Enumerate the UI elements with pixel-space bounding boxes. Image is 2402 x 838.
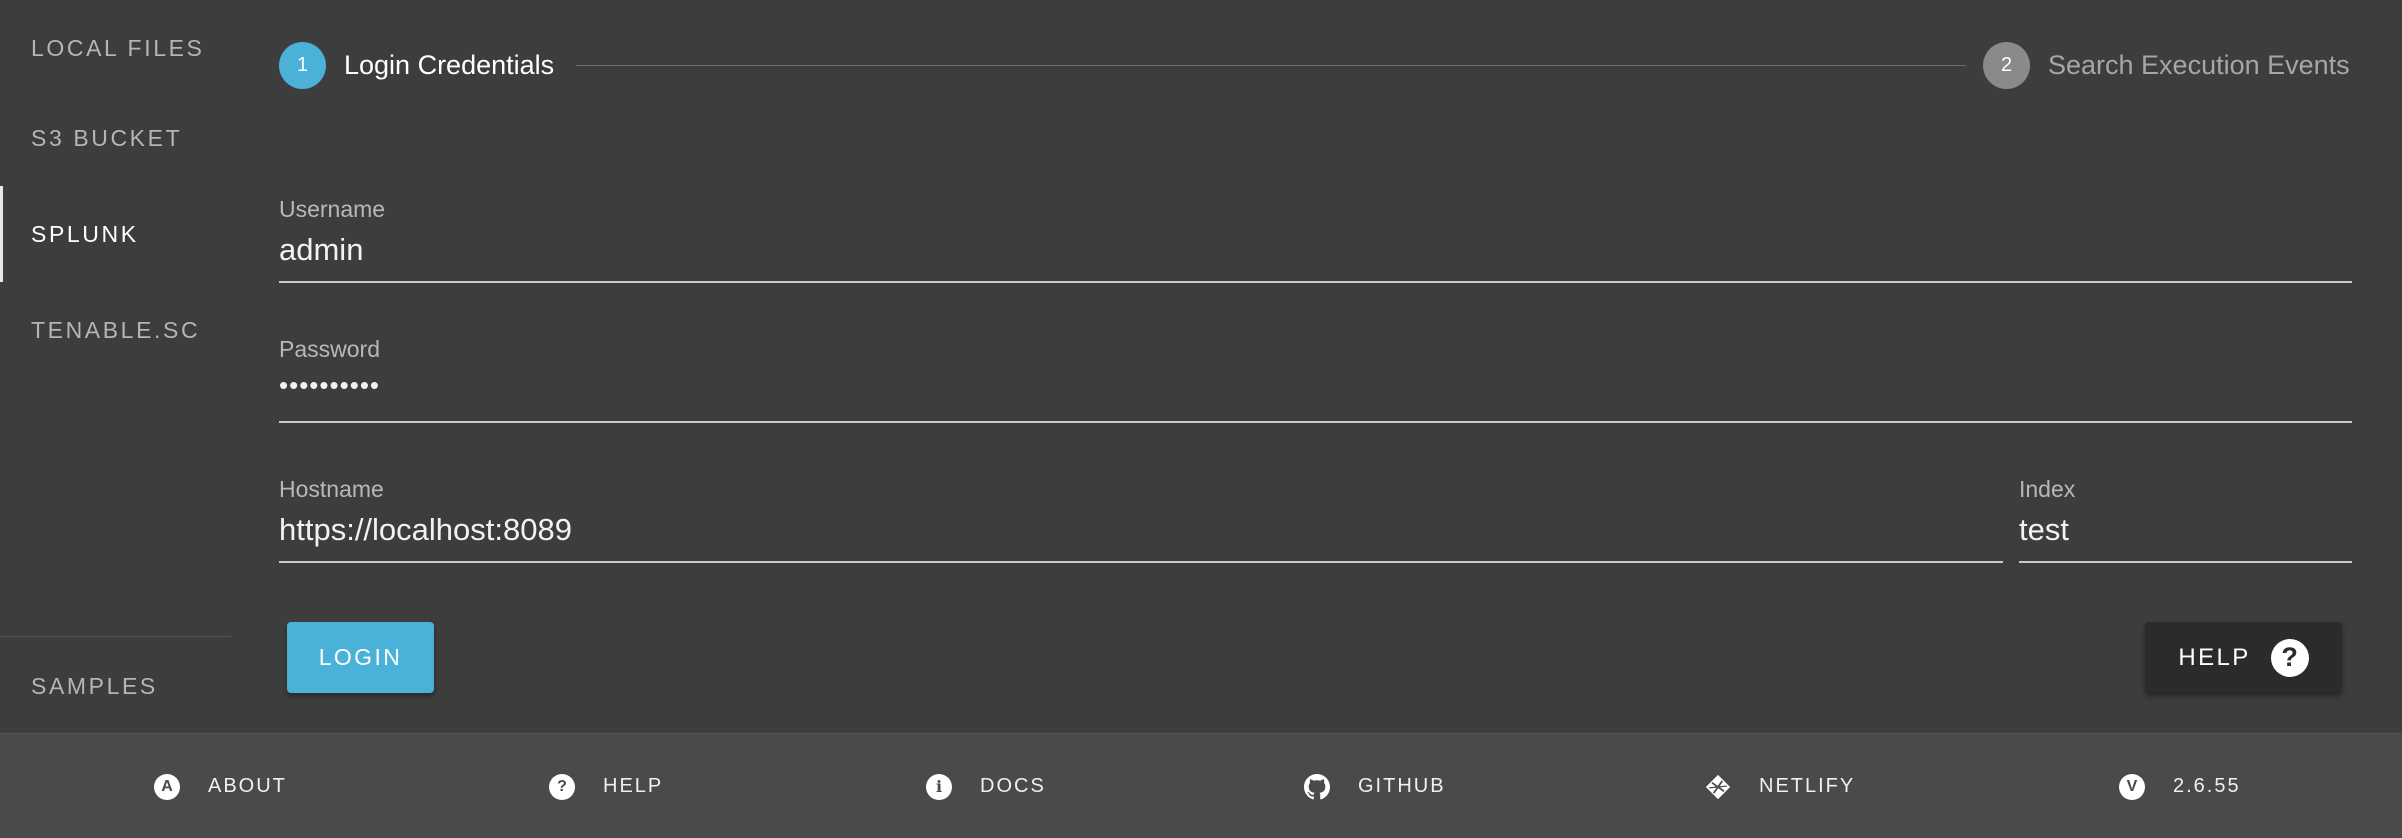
version-label: 2.6.55 bbox=[2173, 775, 2241, 797]
login-button-label: LOGIN bbox=[318, 644, 403, 670]
step-label: Login Credentials bbox=[344, 50, 555, 80]
sidebar-item-s3-bucket[interactable]: S3 BUCKET bbox=[0, 90, 231, 186]
sidebar-item-label: SPLUNK bbox=[31, 220, 139, 247]
about-icon: A bbox=[154, 773, 180, 800]
help-icon: ? bbox=[549, 773, 575, 800]
footer-link-github[interactable]: GITHUB bbox=[1304, 734, 1446, 838]
sidebar-item-samples[interactable]: SAMPLES bbox=[0, 638, 231, 734]
footer-version[interactable]: V 2.6.55 bbox=[2119, 734, 2241, 838]
help-icon: ? bbox=[2270, 638, 2309, 677]
password-label: Password bbox=[279, 336, 380, 362]
help-button[interactable]: HELP ? bbox=[2145, 622, 2342, 693]
footer-link-label: HELP bbox=[603, 775, 664, 797]
password-value[interactable]: •••••••••• bbox=[279, 370, 380, 401]
sidebar-item-label: TENABLE.SC bbox=[31, 316, 201, 343]
sidebar-item-tenable-sc[interactable]: TENABLE.SC bbox=[0, 282, 231, 378]
footer-link-label: ABOUT bbox=[208, 775, 287, 797]
sidebar-item-label: S3 BUCKET bbox=[31, 124, 183, 151]
footer-link-about[interactable]: A ABOUT bbox=[154, 734, 287, 838]
step-login-credentials[interactable]: 1 Login Credentials bbox=[279, 42, 554, 89]
footer-link-label: DOCS bbox=[980, 775, 1046, 797]
footer-link-help[interactable]: ? HELP bbox=[549, 734, 663, 838]
username-value[interactable]: admin bbox=[279, 232, 363, 268]
index-value[interactable]: test bbox=[2019, 512, 2069, 548]
index-label: Index bbox=[2019, 476, 2076, 502]
footer-link-label: NETLIFY bbox=[1759, 775, 1856, 797]
netlify-icon bbox=[1705, 774, 1731, 800]
login-button[interactable]: LOGIN bbox=[287, 622, 434, 693]
step-label: Search Execution Events bbox=[2048, 50, 2350, 80]
footer-link-docs[interactable]: i DOCS bbox=[926, 734, 1046, 838]
github-icon bbox=[1304, 773, 1330, 800]
hostname-label: Hostname bbox=[279, 476, 384, 502]
sidebar-item-splunk[interactable]: SPLUNK bbox=[0, 186, 231, 282]
username-label: Username bbox=[279, 196, 386, 222]
stepper-connector bbox=[576, 65, 1966, 66]
password-field[interactable]: Password •••••••••• bbox=[279, 330, 2352, 423]
footer: A ABOUT ? HELP i DOCS GITHUB NETLIFY V 2… bbox=[0, 733, 2402, 838]
sidebar: LOCAL FILES S3 BUCKET SPLUNK TENABLE.SC … bbox=[0, 0, 231, 732]
index-field[interactable]: Index test bbox=[2019, 470, 2352, 563]
step-number-badge: 1 bbox=[279, 42, 326, 89]
sidebar-item-label: LOCAL FILES bbox=[31, 34, 205, 61]
footer-link-label: GITHUB bbox=[1358, 775, 1446, 797]
sidebar-item-label: SAMPLES bbox=[31, 672, 158, 699]
step-search-execution-events[interactable]: 2 Search Execution Events bbox=[1983, 42, 2350, 89]
version-icon: V bbox=[2119, 773, 2145, 800]
sidebar-item-local-files[interactable]: LOCAL FILES bbox=[0, 0, 231, 96]
footer-link-netlify[interactable]: NETLIFY bbox=[1705, 734, 1855, 838]
hostname-field[interactable]: Hostname https://localhost:8089 bbox=[279, 470, 2003, 563]
username-field[interactable]: Username admin bbox=[279, 190, 2352, 283]
hostname-value[interactable]: https://localhost:8089 bbox=[279, 512, 572, 548]
help-button-label: HELP bbox=[2178, 643, 2251, 671]
sidebar-divider bbox=[0, 636, 231, 637]
step-number-badge: 2 bbox=[1983, 42, 2030, 89]
info-icon: i bbox=[926, 773, 952, 800]
